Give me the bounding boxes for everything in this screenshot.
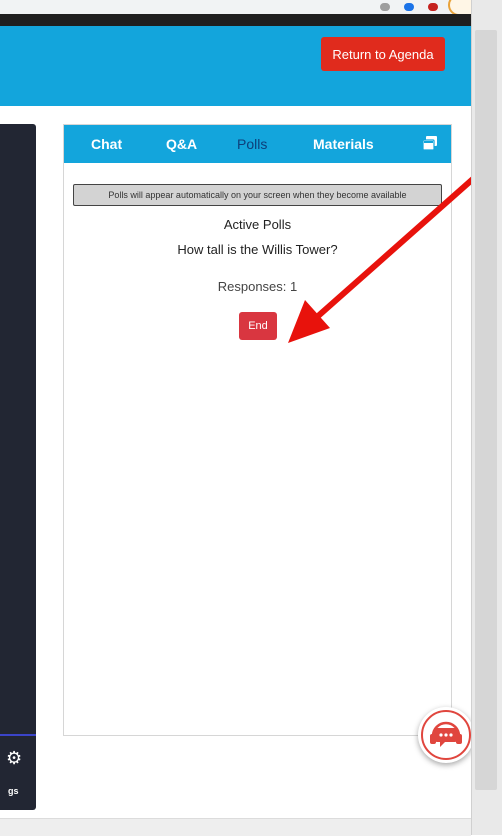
profile-icon[interactable]: [404, 3, 414, 11]
poll-responses-count: Responses: 1: [217, 279, 298, 294]
gear-icon[interactable]: ⚙: [6, 749, 22, 767]
active-polls-heading: Active Polls: [223, 217, 292, 232]
tab-polls[interactable]: Polls: [237, 136, 267, 152]
end-poll-button[interactable]: End: [239, 312, 277, 340]
scrollbar-thumb[interactable]: [475, 30, 497, 790]
page-bottom-edge: [0, 818, 471, 836]
support-chat-icon: [421, 710, 471, 760]
extension-icon[interactable]: [380, 3, 390, 11]
polls-notice: Polls will appear automatically on your …: [73, 184, 442, 206]
interaction-panel: Chat Q&A Polls Materials Polls will appe…: [63, 124, 452, 736]
popout-icon[interactable]: [423, 136, 437, 150]
panel-accent-line: [0, 734, 36, 736]
tab-qa[interactable]: Q&A: [166, 136, 197, 152]
browser-chrome: [0, 0, 502, 26]
poll-question: How tall is the Willis Tower?: [177, 242, 338, 257]
tab-chat[interactable]: Chat: [91, 136, 122, 152]
settings-label[interactable]: gs: [8, 786, 19, 796]
video-panel: ⚙ gs: [0, 124, 36, 810]
support-button[interactable]: [418, 707, 474, 763]
app-header: Return to Agenda: [0, 26, 471, 106]
tab-materials[interactable]: Materials: [313, 136, 374, 152]
panel-tabs: Chat Q&A Polls Materials: [64, 125, 451, 163]
return-to-agenda-button[interactable]: Return to Agenda: [321, 37, 445, 71]
browser-content-edge: [0, 14, 471, 26]
extension-red-icon[interactable]: [428, 3, 438, 11]
